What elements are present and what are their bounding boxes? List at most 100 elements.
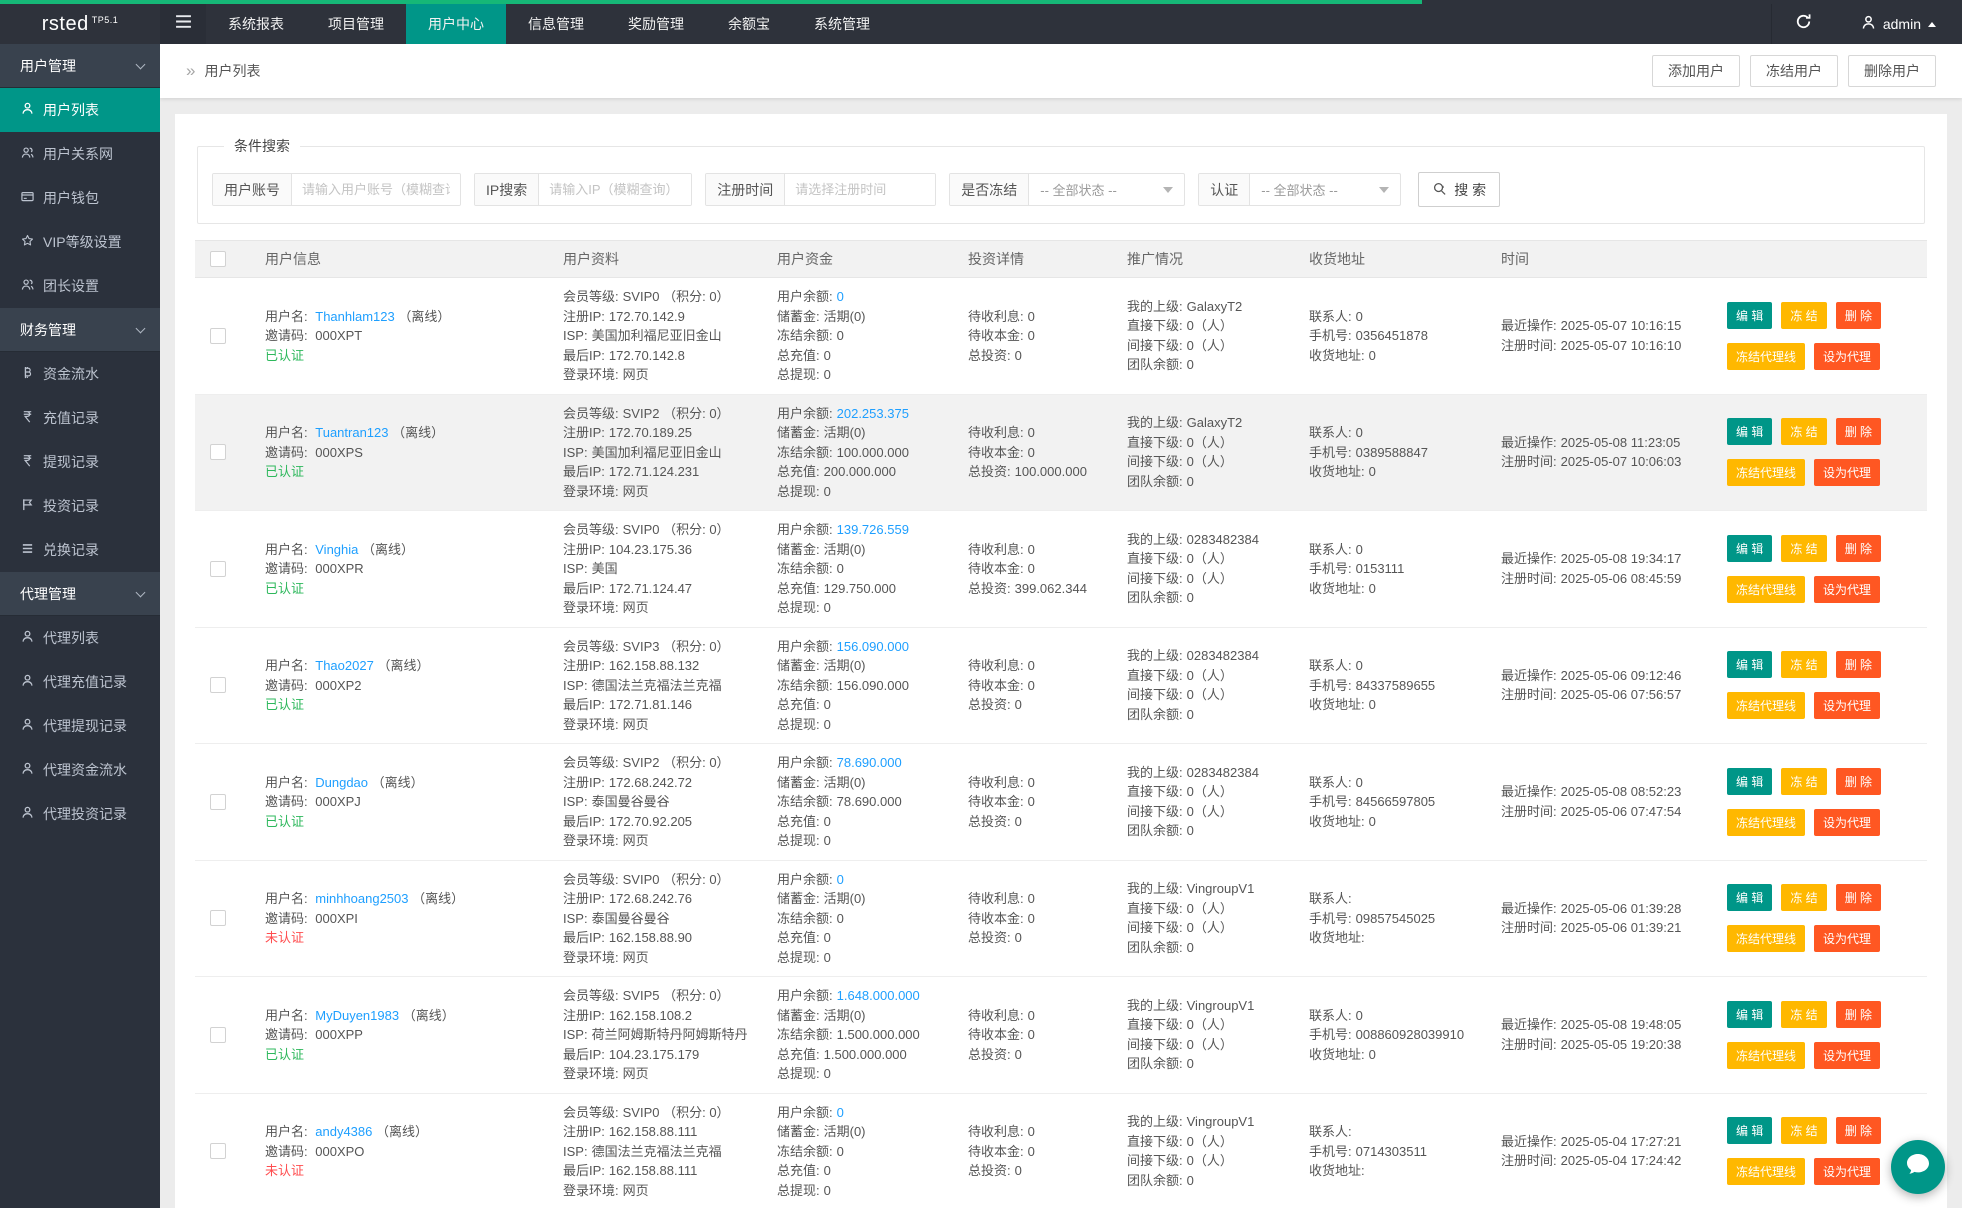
freeze-agent-line-button[interactable]: 冻结代理线 [1727, 692, 1805, 719]
menu-toggle-button[interactable] [160, 4, 206, 44]
edit-button[interactable]: 编 辑 [1727, 1001, 1772, 1028]
sidebar-item-agent-invest[interactable]: 代理投资记录 [0, 792, 160, 836]
set-agent-button[interactable]: 设为代理 [1814, 692, 1880, 719]
verify-status-select[interactable]: -- 全部状态 -- [1250, 174, 1400, 205]
sidebar-item-invest-records[interactable]: 投资记录 [0, 484, 160, 528]
username-link[interactable]: Vinghia [315, 542, 358, 557]
freeze-button[interactable]: 冻 结 [1781, 768, 1826, 795]
nav-tab-project[interactable]: 项目管理 [306, 4, 406, 44]
sidebar-item-agent-withdraw[interactable]: 代理提现记录 [0, 704, 160, 748]
row-checkbox[interactable] [210, 444, 226, 460]
register-time-input[interactable] [785, 174, 935, 205]
select-all-checkbox[interactable] [210, 251, 226, 267]
add-user-button[interactable]: 添加用户 [1652, 55, 1740, 87]
delete-button[interactable]: 删 除 [1836, 418, 1881, 445]
row-checkbox[interactable] [210, 328, 226, 344]
row-checkbox[interactable] [210, 910, 226, 926]
search-button[interactable]: 搜 索 [1418, 172, 1500, 207]
sidebar-group-user-manage[interactable]: 用户管理 [0, 44, 160, 88]
username-link[interactable]: MyDuyen1983 [315, 1008, 399, 1023]
balance-link[interactable]: 0 [837, 1105, 844, 1120]
admin-user-menu[interactable]: admin [1835, 4, 1962, 44]
edit-button[interactable]: 编 辑 [1727, 535, 1772, 562]
edit-button[interactable]: 编 辑 [1727, 651, 1772, 678]
nav-tab-system-report[interactable]: 系统报表 [206, 4, 306, 44]
username-link[interactable]: andy4386 [315, 1124, 372, 1139]
balance-link[interactable]: 1.648.000.000 [837, 988, 920, 1003]
username-link[interactable]: Tuantran123 [315, 425, 388, 440]
sidebar-item-agent-list[interactable]: 代理列表 [0, 616, 160, 660]
sidebar-item-agent-fund-flow[interactable]: 代理资金流水 [0, 748, 160, 792]
account-search-input[interactable] [292, 174, 460, 205]
freeze-agent-line-button[interactable]: 冻结代理线 [1727, 809, 1805, 836]
set-agent-button[interactable]: 设为代理 [1814, 343, 1880, 370]
edit-button[interactable]: 编 辑 [1727, 302, 1772, 329]
username-link[interactable]: Thao2027 [315, 658, 374, 673]
set-agent-button[interactable]: 设为代理 [1814, 459, 1880, 486]
ip-search-input[interactable] [539, 174, 691, 205]
edit-button[interactable]: 编 辑 [1727, 884, 1772, 911]
nav-tab-system-manage[interactable]: 系统管理 [792, 4, 892, 44]
delete-button[interactable]: 删 除 [1836, 535, 1881, 562]
sidebar-item-withdraw-records[interactable]: 提现记录 [0, 440, 160, 484]
delete-user-button[interactable]: 删除用户 [1848, 55, 1936, 87]
freeze-agent-line-button[interactable]: 冻结代理线 [1727, 1158, 1805, 1185]
row-checkbox[interactable] [210, 1143, 226, 1159]
set-agent-button[interactable]: 设为代理 [1814, 1158, 1880, 1185]
set-agent-button[interactable]: 设为代理 [1814, 1042, 1880, 1069]
freeze-user-button[interactable]: 冻结用户 [1750, 55, 1838, 87]
freeze-button[interactable]: 冻 结 [1781, 418, 1826, 445]
sidebar-item-fund-flow[interactable]: 资金流水 [0, 352, 160, 396]
balance-link[interactable]: 156.090.000 [837, 639, 909, 654]
freeze-button[interactable]: 冻 结 [1781, 535, 1826, 562]
freeze-button[interactable]: 冻 结 [1781, 1117, 1826, 1144]
delete-button[interactable]: 删 除 [1836, 884, 1881, 911]
set-agent-button[interactable]: 设为代理 [1814, 809, 1880, 836]
sidebar-group-agent-manage[interactable]: 代理管理 [0, 572, 160, 616]
username-link[interactable]: Thanhlam123 [315, 309, 395, 324]
refresh-button[interactable] [1771, 4, 1835, 44]
row-checkbox[interactable] [210, 561, 226, 577]
delete-button[interactable]: 删 除 [1836, 651, 1881, 678]
balance-link[interactable]: 78.690.000 [837, 755, 902, 770]
set-agent-button[interactable]: 设为代理 [1814, 576, 1880, 603]
edit-button[interactable]: 编 辑 [1727, 768, 1772, 795]
nav-tab-info[interactable]: 信息管理 [506, 4, 606, 44]
freeze-agent-line-button[interactable]: 冻结代理线 [1727, 459, 1805, 486]
edit-button[interactable]: 编 辑 [1727, 1117, 1772, 1144]
freeze-status-select[interactable]: -- 全部状态 -- [1029, 174, 1184, 205]
sidebar-item-user-wallet[interactable]: 用户钱包 [0, 176, 160, 220]
username-link[interactable]: Dungdao [315, 775, 368, 790]
nav-tab-user-center[interactable]: 用户中心 [406, 4, 506, 44]
row-checkbox[interactable] [210, 794, 226, 810]
nav-tab-reward[interactable]: 奖励管理 [606, 4, 706, 44]
balance-link[interactable]: 202.253.375 [837, 406, 909, 421]
username-link[interactable]: minhhoang2503 [315, 891, 408, 906]
nav-tab-yuebao[interactable]: 余额宝 [706, 4, 792, 44]
edit-button[interactable]: 编 辑 [1727, 418, 1772, 445]
freeze-button[interactable]: 冻 结 [1781, 884, 1826, 911]
freeze-button[interactable]: 冻 结 [1781, 1001, 1826, 1028]
freeze-agent-line-button[interactable]: 冻结代理线 [1727, 576, 1805, 603]
balance-link[interactable]: 0 [837, 289, 844, 304]
delete-button[interactable]: 删 除 [1836, 302, 1881, 329]
sidebar-item-agent-recharge[interactable]: 代理充值记录 [0, 660, 160, 704]
delete-button[interactable]: 删 除 [1836, 1117, 1881, 1144]
sidebar-item-leader-settings[interactable]: 团长设置 [0, 264, 160, 308]
freeze-agent-line-button[interactable]: 冻结代理线 [1727, 343, 1805, 370]
delete-button[interactable]: 删 除 [1836, 768, 1881, 795]
freeze-agent-line-button[interactable]: 冻结代理线 [1727, 925, 1805, 952]
delete-button[interactable]: 删 除 [1836, 1001, 1881, 1028]
set-agent-button[interactable]: 设为代理 [1814, 925, 1880, 952]
balance-link[interactable]: 139.726.559 [837, 522, 909, 537]
freeze-button[interactable]: 冻 结 [1781, 302, 1826, 329]
sidebar-item-recharge-records[interactable]: 充值记录 [0, 396, 160, 440]
balance-link[interactable]: 0 [837, 872, 844, 887]
row-checkbox[interactable] [210, 677, 226, 693]
row-checkbox[interactable] [210, 1027, 226, 1043]
sidebar-item-user-network[interactable]: 用户关系网 [0, 132, 160, 176]
sidebar-item-user-list[interactable]: 用户列表 [0, 88, 160, 132]
freeze-button[interactable]: 冻 结 [1781, 651, 1826, 678]
sidebar-item-exchange-records[interactable]: 兑换记录 [0, 528, 160, 572]
customer-service-button[interactable] [1891, 1140, 1945, 1194]
